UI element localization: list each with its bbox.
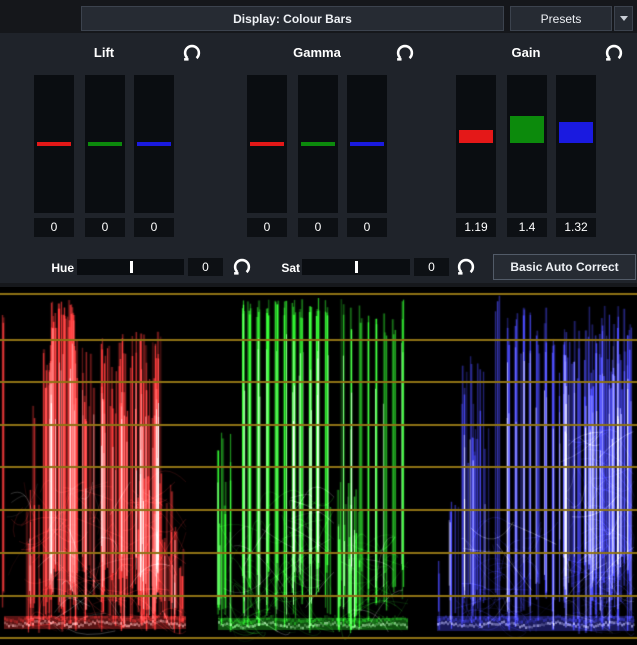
lift-reset-icon[interactable]	[182, 43, 202, 63]
gamma-reset-icon[interactable]	[395, 43, 415, 63]
chevron-down-icon	[620, 16, 628, 21]
slider-handle[interactable]	[510, 116, 544, 143]
slider-handle[interactable]	[130, 261, 133, 273]
display-source-button[interactable]: Display: Colour Bars	[81, 6, 504, 31]
gamma-blue-value: 0	[347, 218, 387, 237]
lift-blue-value: 0	[134, 218, 174, 237]
hue-value: 0	[188, 258, 223, 276]
slider-handle[interactable]	[559, 122, 593, 143]
gamma-title: Gamma	[247, 45, 387, 60]
lift-title: Lift	[34, 45, 174, 60]
gamma-red-slider[interactable]	[247, 75, 287, 213]
controls-panel: Display: Colour Bars Presets Lift 0 0 0	[0, 0, 637, 283]
lift-blue-slider[interactable]	[134, 75, 174, 213]
gamma-section: Gamma 0 0 0	[247, 42, 387, 242]
slider-handle[interactable]	[355, 261, 358, 273]
slider-handle[interactable]	[137, 142, 171, 146]
lift-green-value: 0	[85, 218, 125, 237]
hue-reset-icon[interactable]	[232, 257, 252, 277]
gamma-blue-slider[interactable]	[347, 75, 387, 213]
gain-green-slider[interactable]	[507, 75, 547, 213]
slider-handle[interactable]	[301, 142, 335, 146]
gain-section: Gain 1.19 1.4 1.32	[456, 42, 596, 242]
gain-title: Gain	[456, 45, 596, 60]
hue-label: Hue	[30, 261, 74, 275]
gamma-green-value: 0	[298, 218, 338, 237]
hue-slider[interactable]	[77, 259, 184, 275]
slider-handle[interactable]	[459, 130, 493, 143]
basic-auto-correct-button[interactable]: Basic Auto Correct	[493, 254, 636, 280]
gain-green-value: 1.4	[507, 218, 547, 237]
sat-reset-icon[interactable]	[456, 257, 476, 277]
gain-reset-icon[interactable]	[604, 43, 624, 63]
lift-section: Lift 0 0 0	[34, 42, 174, 242]
gamma-red-value: 0	[247, 218, 287, 237]
gamma-green-slider[interactable]	[298, 75, 338, 213]
slider-handle[interactable]	[350, 142, 384, 146]
gain-red-slider[interactable]	[456, 75, 496, 213]
slider-handle[interactable]	[250, 142, 284, 146]
slider-handle[interactable]	[88, 142, 122, 146]
gain-blue-slider[interactable]	[556, 75, 596, 213]
colour-correct-panel: Display: Colour Bars Presets Lift 0 0 0	[0, 0, 637, 645]
lift-red-slider[interactable]	[34, 75, 74, 213]
lift-red-value: 0	[34, 218, 74, 237]
top-bar: Display: Colour Bars Presets	[0, 0, 637, 33]
lift-green-slider[interactable]	[85, 75, 125, 213]
sat-label: Sat	[256, 261, 300, 275]
sat-value: 0	[414, 258, 449, 276]
gain-blue-value: 1.32	[556, 218, 596, 237]
presets-button[interactable]: Presets	[510, 6, 612, 31]
presets-dropdown-button[interactable]	[614, 6, 633, 31]
gain-red-value: 1.19	[456, 218, 496, 237]
sat-slider[interactable]	[302, 259, 410, 275]
rgb-parade-waveform	[0, 287, 637, 645]
slider-handle[interactable]	[37, 142, 71, 146]
